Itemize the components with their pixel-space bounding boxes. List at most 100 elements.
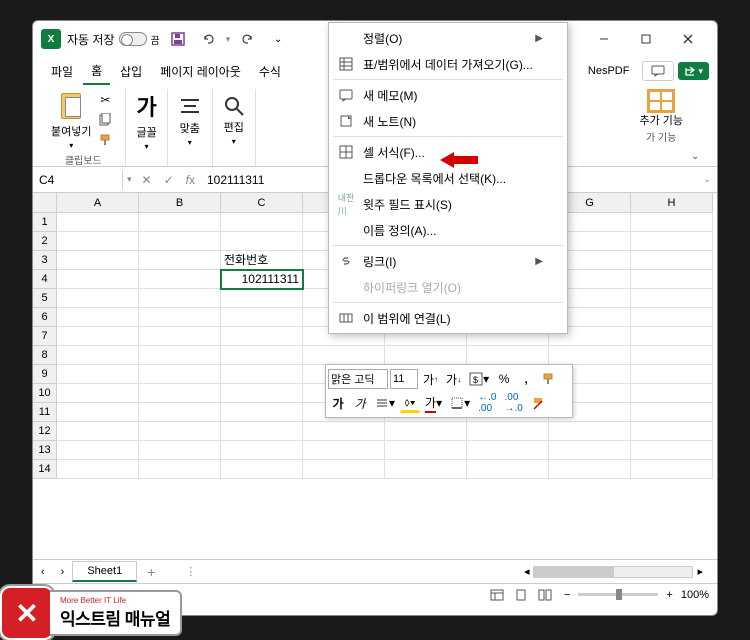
cell-B14[interactable] (139, 460, 221, 479)
cell-C5[interactable] (221, 289, 303, 308)
maximize-button[interactable] (625, 24, 667, 54)
paste-button[interactable]: 붙여넣기 ▾ (51, 89, 91, 150)
align-button[interactable]: 맞춤 ▾ (178, 94, 202, 147)
row-header-13[interactable]: 13 (33, 441, 57, 460)
row-header-3[interactable]: 3 (33, 251, 57, 270)
cell-F8[interactable] (467, 346, 549, 365)
cm-new-memo[interactable]: 새 메모(M) (329, 82, 567, 108)
cell-C7[interactable] (221, 327, 303, 346)
redo-icon[interactable] (236, 27, 260, 51)
tab-insert[interactable]: 삽입 (112, 59, 150, 84)
cell-A6[interactable] (57, 308, 139, 327)
row-header-12[interactable]: 12 (33, 422, 57, 441)
row-header-5[interactable]: 5 (33, 289, 57, 308)
cell-A10[interactable] (57, 384, 139, 403)
mini-borders-icon[interactable]: ▾ (447, 393, 473, 413)
autosave-toggle[interactable]: 자동 저장 끔 (67, 31, 160, 48)
normal-view-icon[interactable] (486, 586, 508, 604)
mini-font-color-icon[interactable]: 가▾ (422, 393, 445, 413)
col-header-C[interactable]: C (221, 193, 303, 213)
cell-D14[interactable] (303, 460, 385, 479)
tab-file[interactable]: 파일 (43, 59, 81, 84)
cell-H2[interactable] (631, 232, 713, 251)
col-header-A[interactable]: A (57, 193, 139, 213)
cell-D12[interactable] (303, 422, 385, 441)
tab-nespdf[interactable]: NesPDF (579, 61, 639, 81)
cell-H3[interactable] (631, 251, 713, 270)
cm-link-range[interactable]: 이 범위에 연결(L) (329, 305, 567, 331)
formula-expand-icon[interactable]: ⌄ (697, 174, 717, 185)
cell-A14[interactable] (57, 460, 139, 479)
cell-H8[interactable] (631, 346, 713, 365)
cell-C12[interactable] (221, 422, 303, 441)
row-header-10[interactable]: 10 (33, 384, 57, 403)
mini-align-icon[interactable]: ▾ (372, 393, 398, 413)
cell-B4[interactable] (139, 270, 221, 289)
select-all-button[interactable] (33, 193, 57, 213)
cell-B2[interactable] (139, 232, 221, 251)
cell-F13[interactable] (467, 441, 549, 460)
copy-icon[interactable] (95, 111, 115, 129)
cell-C8[interactable] (221, 346, 303, 365)
mini-shrink-font-icon[interactable]: 가↓ (443, 369, 464, 389)
cell-B6[interactable] (139, 308, 221, 327)
cell-H4[interactable] (631, 270, 713, 289)
cell-B7[interactable] (139, 327, 221, 346)
share-button[interactable]: ▾ (678, 62, 709, 80)
scroll-left-icon[interactable]: ◂ (520, 565, 534, 578)
fx-icon[interactable]: fx (180, 173, 201, 187)
zoom-in-button[interactable]: + (660, 589, 678, 601)
toggle-switch[interactable] (119, 32, 147, 46)
cell-E14[interactable] (385, 460, 467, 479)
cell-H7[interactable] (631, 327, 713, 346)
cm-link[interactable]: 링크(I) ▶ (329, 248, 567, 274)
row-header-9[interactable]: 9 (33, 365, 57, 384)
cell-G8[interactable] (549, 346, 631, 365)
mini-bold-icon[interactable]: 가 (328, 393, 348, 413)
zoom-level[interactable]: 100% (681, 589, 709, 601)
scroll-right-icon[interactable]: ▸ (693, 565, 707, 578)
cm-sort[interactable]: 정렬(O) ▶ (329, 25, 567, 51)
mini-font-select[interactable] (328, 369, 388, 389)
cell-E12[interactable] (385, 422, 467, 441)
row-header-8[interactable]: 8 (33, 346, 57, 365)
cell-C4[interactable]: 102111311 (221, 270, 303, 289)
mini-clear-format-icon[interactable] (528, 393, 548, 413)
cell-B1[interactable] (139, 213, 221, 232)
cell-A11[interactable] (57, 403, 139, 422)
cell-C2[interactable] (221, 232, 303, 251)
cancel-formula-icon[interactable]: ✕ (136, 173, 158, 187)
cell-C1[interactable] (221, 213, 303, 232)
cell-B5[interactable] (139, 289, 221, 308)
cell-C11[interactable] (221, 403, 303, 422)
mini-increase-decimal-icon[interactable]: ←.0.00 (475, 393, 499, 413)
cell-B8[interactable] (139, 346, 221, 365)
cell-A2[interactable] (57, 232, 139, 251)
cm-phonetic[interactable]: 내천川 윗주 필드 표시(S) (329, 191, 567, 217)
cm-define-name[interactable]: 이름 정의(A)... (329, 217, 567, 243)
cell-A1[interactable] (57, 213, 139, 232)
undo-dropdown-icon[interactable]: ▾ (226, 34, 231, 45)
name-box[interactable]: C4 (33, 171, 123, 189)
tab-formulas[interactable]: 수식 (251, 59, 289, 84)
enter-formula-icon[interactable]: ✓ (158, 173, 180, 187)
comments-button[interactable] (642, 61, 674, 81)
zoom-slider[interactable] (578, 593, 658, 596)
minimize-button[interactable] (583, 24, 625, 54)
cell-B9[interactable] (139, 365, 221, 384)
row-header-6[interactable]: 6 (33, 308, 57, 327)
cell-A3[interactable] (57, 251, 139, 270)
ribbon-collapse-icon[interactable]: ⌄ (691, 151, 699, 162)
cell-C9[interactable] (221, 365, 303, 384)
cell-H6[interactable] (631, 308, 713, 327)
cm-get-data[interactable]: 표/범위에서 데이터 가져오기(G)... (329, 51, 567, 77)
add-sheet-button[interactable]: + (137, 564, 165, 580)
cell-H9[interactable] (631, 365, 713, 384)
sheet-tab-1[interactable]: Sheet1 (72, 561, 137, 582)
row-header-2[interactable]: 2 (33, 232, 57, 251)
zoom-out-button[interactable]: − (558, 589, 576, 601)
cut-icon[interactable]: ✂ (95, 91, 115, 109)
format-painter-icon[interactable] (95, 131, 115, 149)
cell-D13[interactable] (303, 441, 385, 460)
row-header-4[interactable]: 4 (33, 270, 57, 289)
